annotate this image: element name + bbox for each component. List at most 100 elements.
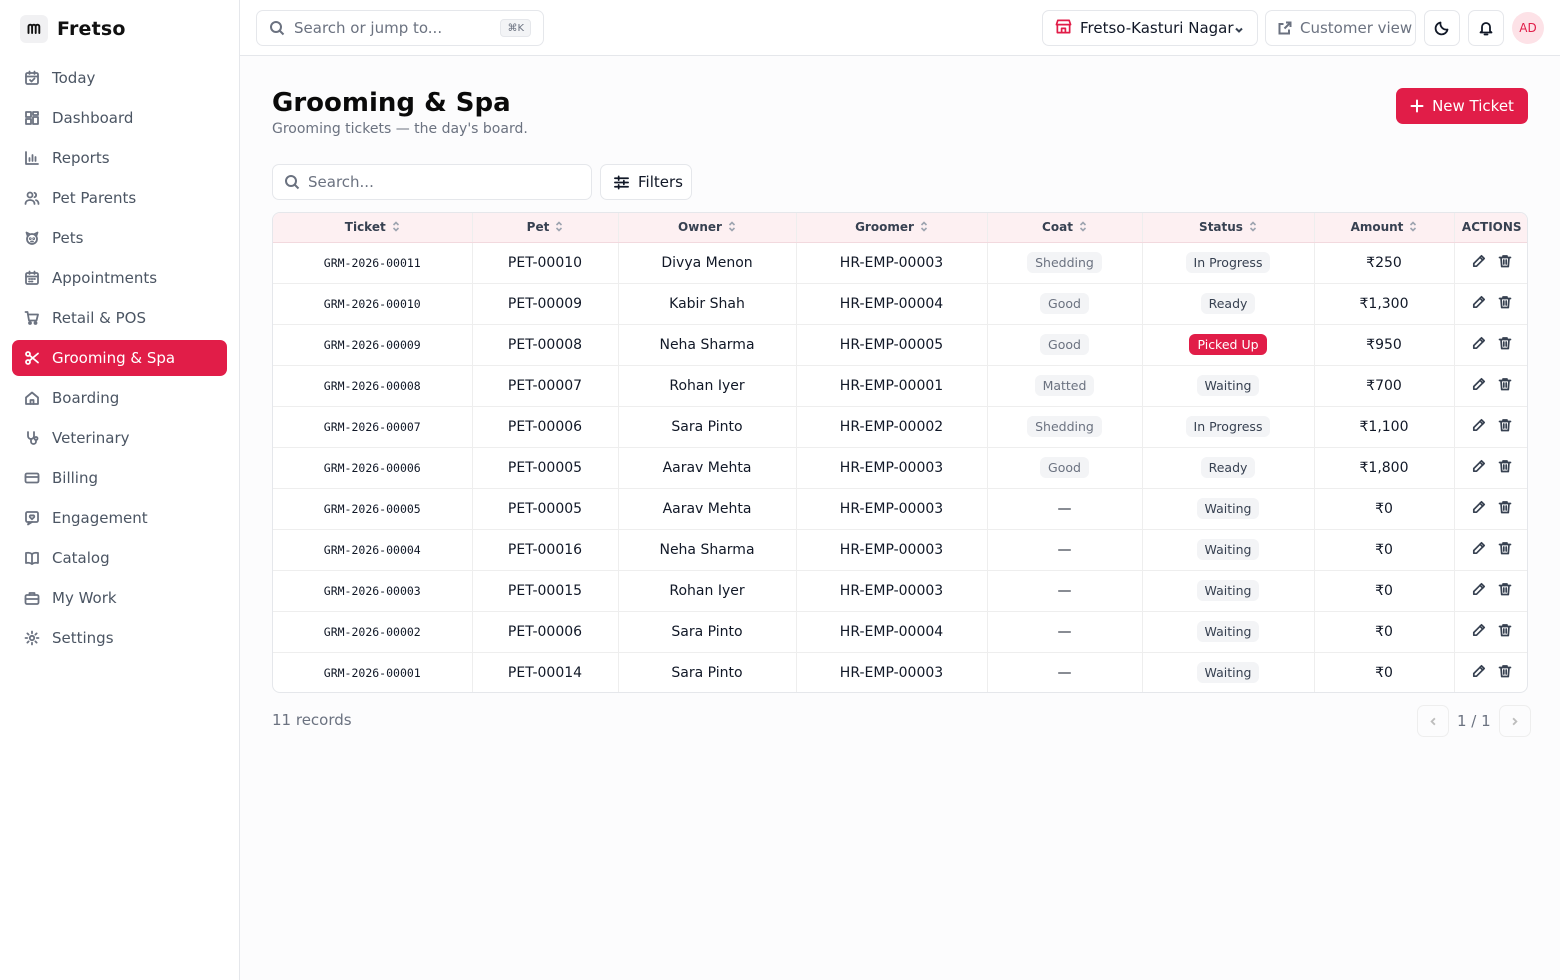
sidebar-item-dashboard[interactable]: Dashboard <box>12 100 227 136</box>
delete-icon[interactable] <box>1498 459 1512 477</box>
customer-view-button[interactable]: Customer view <box>1265 10 1416 46</box>
records-count: 11 records <box>272 711 352 729</box>
table-row[interactable]: GRM-2026-00003 PET-00015 Rohan Iyer HR-EMP-… <box>273 570 1527 612</box>
notifications-button[interactable] <box>1468 10 1504 46</box>
table-row[interactable]: GRM-2026-00002 PET-00006 Sara Pinto HR-EMP-… <box>273 611 1527 653</box>
new-ticket-button[interactable]: New Ticket <box>1396 88 1528 124</box>
ticket-id[interactable]: GRM-2026-00003 <box>273 570 473 612</box>
ticket-id[interactable]: GRM-2026-00002 <box>273 611 473 653</box>
sidebar-item-billing[interactable]: Billing <box>12 460 227 496</box>
theme-toggle-button[interactable] <box>1424 10 1460 46</box>
amount: ₹700 <box>1314 365 1455 407</box>
delete-icon[interactable] <box>1498 623 1512 641</box>
sidebar-item-retail-pos[interactable]: Retail & POS <box>12 300 227 336</box>
delete-icon[interactable] <box>1498 418 1512 436</box>
status-cell: In Progress <box>1142 242 1315 284</box>
ticket-id[interactable]: GRM-2026-00004 <box>273 529 473 571</box>
sidebar-item-boarding[interactable]: Boarding <box>12 380 227 416</box>
search-icon <box>285 175 300 190</box>
column-header[interactable]: Pet <box>472 213 619 243</box>
ticket-id[interactable]: GRM-2026-00008 <box>273 365 473 407</box>
delete-icon[interactable] <box>1498 295 1512 313</box>
ticket-id[interactable]: GRM-2026-00007 <box>273 406 473 448</box>
table-row[interactable]: GRM-2026-00008 PET-00007 Rohan Iyer HR-EMP-… <box>273 365 1527 407</box>
table-row[interactable]: GRM-2026-00004 PET-00016 Neha Sharma HR-EMP… <box>273 529 1527 571</box>
delete-icon[interactable] <box>1498 664 1512 682</box>
sidebar-item-catalog[interactable]: Catalog <box>12 540 227 576</box>
edit-icon[interactable] <box>1472 295 1486 313</box>
sidebar-item-appointments[interactable]: Appointments <box>12 260 227 296</box>
edit-icon[interactable] <box>1472 459 1486 477</box>
table-search-input[interactable] <box>308 173 568 191</box>
column-header[interactable]: Owner <box>618 213 797 243</box>
ticket-id[interactable]: GRM-2026-00001 <box>273 652 473 692</box>
sliders-icon <box>614 175 629 189</box>
page-subtitle: Grooming tickets — the day's board. <box>272 121 528 137</box>
table-row[interactable]: GRM-2026-00001 PET-00014 Sara Pinto HR-EMP-… <box>273 652 1527 692</box>
edit-icon[interactable] <box>1472 664 1486 682</box>
table-row[interactable]: GRM-2026-00006 PET-00005 Aarav Mehta HR-EMP… <box>273 447 1527 489</box>
edit-icon[interactable] <box>1472 623 1486 641</box>
coat-value: — <box>1057 541 1072 558</box>
cart-icon <box>24 310 40 326</box>
column-header[interactable]: Coat <box>987 213 1143 243</box>
sidebar-item-my-work[interactable]: My Work <box>12 580 227 616</box>
edit-icon[interactable] <box>1472 418 1486 436</box>
filters-button[interactable]: Filters <box>600 164 692 200</box>
column-header[interactable]: Amount <box>1314 213 1455 243</box>
delete-icon[interactable] <box>1498 582 1512 600</box>
column-header[interactable]: ACTIONS <box>1454 213 1527 243</box>
delete-icon[interactable] <box>1498 336 1512 354</box>
pet-id: PET-00009 <box>472 283 619 325</box>
owner-name: Divya Menon <box>618 242 797 284</box>
branch-select[interactable]: Fretso-Kasturi Nagar <box>1042 10 1258 46</box>
edit-icon[interactable] <box>1472 336 1486 354</box>
amount: ₹250 <box>1314 242 1455 284</box>
user-avatar[interactable]: AD <box>1512 12 1544 44</box>
sidebar-item-today[interactable]: Today <box>12 60 227 96</box>
column-header[interactable]: Ticket <box>273 213 473 243</box>
edit-icon[interactable] <box>1472 254 1486 272</box>
status-badge: Waiting <box>1196 662 1260 684</box>
sidebar-item-settings[interactable]: Settings <box>12 620 227 656</box>
delete-icon[interactable] <box>1498 254 1512 272</box>
prev-page-button[interactable] <box>1417 705 1449 737</box>
status-badge: Waiting <box>1196 539 1260 560</box>
column-header[interactable]: Groomer <box>796 213 988 243</box>
groomer-id: HR-EMP-00001 <box>796 365 988 407</box>
sidebar-item-pets[interactable]: Pets <box>12 220 227 256</box>
sidebar-item-veterinary[interactable]: Veterinary <box>12 420 227 456</box>
edit-icon[interactable] <box>1472 541 1486 559</box>
sidebar-item-pet-parents[interactable]: Pet Parents <box>12 180 227 216</box>
moon-icon <box>1434 21 1449 36</box>
edit-icon[interactable] <box>1472 377 1486 395</box>
table-row[interactable]: GRM-2026-00011 PET-00010 Divya Menon HR-EMP… <box>273 242 1527 284</box>
table-row[interactable]: GRM-2026-00005 PET-00005 Aarav Mehta HR-EMP… <box>273 488 1527 530</box>
sidebar-item-grooming-spa[interactable]: Grooming & Spa <box>12 340 227 376</box>
brand[interactable]: Fretso <box>20 14 126 44</box>
pet-id: PET-00005 <box>472 447 619 489</box>
next-page-button[interactable] <box>1498 705 1531 737</box>
table-row[interactable]: GRM-2026-00007 PET-00006 Sara Pinto HR-EMP-… <box>273 406 1527 448</box>
sidebar-item-reports[interactable]: Reports <box>12 140 227 176</box>
table-row[interactable]: GRM-2026-00010 PET-00009 Kabir Shah HR-EMP-… <box>273 283 1527 325</box>
global-search-input[interactable]: Search or jump to... ⌘K <box>256 10 544 46</box>
coat-cell: — <box>987 652 1143 692</box>
delete-icon[interactable] <box>1498 541 1512 559</box>
ticket-id[interactable]: GRM-2026-00011 <box>273 242 473 284</box>
column-header[interactable]: Status <box>1142 213 1315 243</box>
delete-icon[interactable] <box>1498 377 1512 395</box>
table-row[interactable]: GRM-2026-00009 PET-00008 Neha Sharma HR-EMP… <box>273 324 1527 366</box>
edit-icon[interactable] <box>1472 500 1486 518</box>
sidebar-item-engagement[interactable]: Engagement <box>12 500 227 536</box>
ticket-id[interactable]: GRM-2026-00010 <box>273 283 473 325</box>
ticket-id[interactable]: GRM-2026-00009 <box>273 324 473 366</box>
delete-icon[interactable] <box>1498 500 1512 518</box>
ticket-id[interactable]: GRM-2026-00006 <box>273 447 473 489</box>
edit-icon[interactable] <box>1472 582 1486 600</box>
sort-icon <box>1409 220 1417 235</box>
column-header-label: Ticket <box>344 220 386 234</box>
book-icon <box>24 550 40 566</box>
users-icon <box>24 190 40 206</box>
ticket-id[interactable]: GRM-2026-00005 <box>273 488 473 530</box>
